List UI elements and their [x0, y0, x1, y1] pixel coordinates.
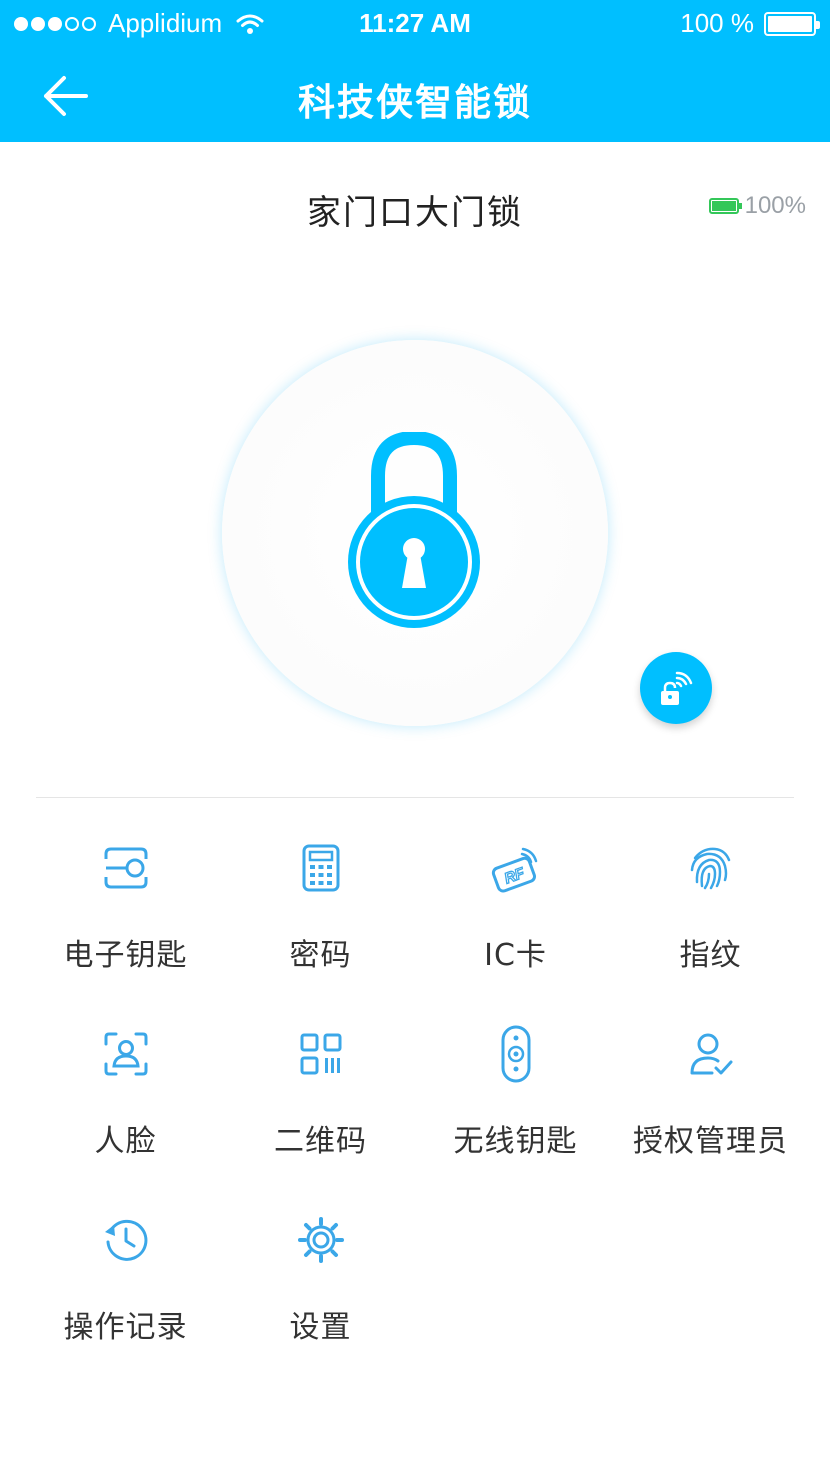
menu-label: 授权管理员	[633, 1124, 788, 1159]
face-scan-icon	[104, 1032, 148, 1076]
menu-label: 电子钥匙	[63, 938, 188, 973]
menu-label: 指纹	[679, 938, 742, 973]
divider	[36, 797, 794, 798]
menu-item-settings[interactable]: 设置	[223, 1212, 418, 1392]
nav-bar: 科技侠智能锁	[0, 52, 830, 142]
menu-label: IC卡	[484, 938, 547, 973]
menu-item-electronic-key[interactable]: 电子钥匙	[28, 840, 223, 1020]
menu-item-authorized-admin[interactable]: 授权管理员	[613, 1026, 808, 1206]
remote-fob-icon	[501, 1025, 531, 1083]
authorized-admin-icon	[690, 1033, 733, 1075]
header: Applidium 11:27 AM 100 % 科技侠智能锁	[0, 0, 830, 142]
lock-battery-icon	[708, 198, 742, 214]
menu-item-operation-log[interactable]: 操作记录	[28, 1212, 223, 1392]
menu-label: 操作记录	[63, 1310, 188, 1345]
qr-code-icon	[300, 1033, 342, 1075]
menu-item-face[interactable]: 人脸	[28, 1026, 223, 1206]
menu-item-wireless-key[interactable]: 无线钥匙	[418, 1025, 613, 1206]
menu-item-qr-code[interactable]: 二维码	[223, 1026, 418, 1206]
device-name: 家门口大门锁	[307, 193, 523, 233]
device-battery: 100 %	[680, 8, 820, 39]
menu-label: 人脸	[94, 1124, 157, 1159]
lock-battery-indicator: 100%	[708, 192, 806, 220]
menu-label: 二维码	[274, 1124, 367, 1159]
history-icon	[105, 1219, 148, 1261]
menu-label: 设置	[289, 1310, 352, 1345]
status-bar: Applidium 11:27 AM 100 %	[0, 0, 830, 46]
menu-label: 无线钥匙	[453, 1124, 578, 1159]
remote-unlock-button[interactable]	[640, 652, 712, 724]
menu-item-ic-card[interactable]: RF IC卡	[418, 840, 613, 1020]
wireless-unlock-icon	[661, 671, 693, 705]
unlock-button[interactable]	[222, 340, 608, 726]
menu-label: 密码	[289, 938, 352, 973]
electronic-key-icon	[104, 847, 148, 889]
rf-card-icon: RF	[491, 847, 538, 893]
menu-item-password[interactable]: 密码	[223, 840, 418, 1020]
settings-gear-icon	[298, 1217, 344, 1263]
fingerprint-icon	[690, 847, 731, 890]
battery-percent: 100 %	[680, 8, 754, 38]
battery-icon	[764, 11, 820, 36]
keypad-icon	[302, 844, 340, 892]
page-title: 科技侠智能锁	[298, 81, 532, 124]
menu-item-fingerprint[interactable]: 指纹	[613, 840, 808, 1020]
padlock-icon	[348, 432, 480, 628]
lock-battery-text: 100%	[744, 192, 806, 219]
